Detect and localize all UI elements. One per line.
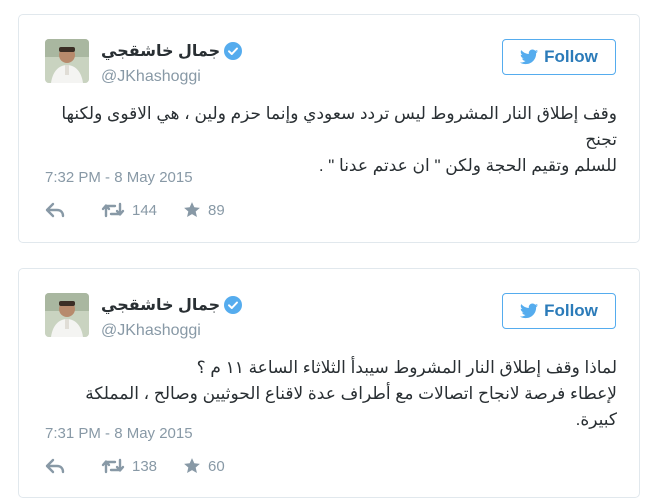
avatar[interactable] — [45, 39, 89, 83]
follow-label: Follow — [544, 301, 598, 320]
author-name[interactable]: جمال خاشقجي — [101, 41, 220, 61]
favorite-count: 60 — [208, 457, 225, 475]
retweet-count: 138 — [132, 457, 158, 475]
tweet-actions: 144 89 — [45, 201, 225, 219]
star-icon — [183, 457, 201, 475]
author-name-row[interactable]: جمال خاشقجي — [101, 294, 243, 316]
reply-icon — [45, 458, 65, 474]
follow-button[interactable]: Follow — [502, 39, 616, 75]
twitter-bird-icon — [520, 303, 539, 319]
verified-badge-icon — [224, 42, 243, 60]
reply-icon — [45, 202, 65, 218]
tweet-text: وقف إطلاق النار المشروط ليس تردد سعودي و… — [41, 101, 617, 179]
star-icon — [183, 201, 201, 219]
author-handle[interactable]: @JKhashoggi — [101, 322, 201, 340]
tweet-text: لماذا وقف إطلاق النار المشروط سيبدأ الثل… — [41, 355, 617, 433]
tweet-timestamp[interactable]: 7:32 PM - 8 May 2015 — [45, 169, 193, 186]
favorite-count: 89 — [208, 201, 225, 219]
retweet-button[interactable]: 138 — [101, 458, 183, 475]
retweet-button[interactable]: 144 — [101, 202, 183, 219]
reply-button[interactable] — [45, 202, 101, 218]
favorite-button[interactable]: 60 — [183, 457, 225, 475]
tweet-card: جمال خاشقجي @JKhashoggi Follow لماذا وقف… — [18, 268, 640, 498]
follow-button[interactable]: Follow — [502, 293, 616, 329]
retweet-count: 144 — [132, 201, 158, 219]
author-name[interactable]: جمال خاشقجي — [101, 295, 220, 315]
retweet-icon — [101, 202, 125, 218]
tweet-text-line: وقف إطلاق النار المشروط ليس تردد سعودي و… — [61, 104, 617, 149]
author-name-row[interactable]: جمال خاشقجي — [101, 40, 243, 62]
follow-label: Follow — [544, 47, 598, 66]
tweet-timestamp[interactable]: 7:31 PM - 8 May 2015 — [45, 425, 193, 442]
verified-badge-icon — [224, 296, 243, 314]
tweet-actions: 138 60 — [45, 457, 225, 475]
reply-button[interactable] — [45, 458, 101, 474]
author-handle[interactable]: @JKhashoggi — [101, 68, 201, 86]
favorite-button[interactable]: 89 — [183, 201, 225, 219]
twitter-bird-icon — [520, 49, 539, 65]
tweet-card: جمال خاشقجي @JKhashoggi Follow وقف إطلاق… — [18, 14, 640, 243]
tweet-text-line: لماذا وقف إطلاق النار المشروط سيبدأ الثل… — [196, 358, 617, 377]
avatar[interactable] — [45, 293, 89, 337]
retweet-icon — [101, 458, 125, 474]
